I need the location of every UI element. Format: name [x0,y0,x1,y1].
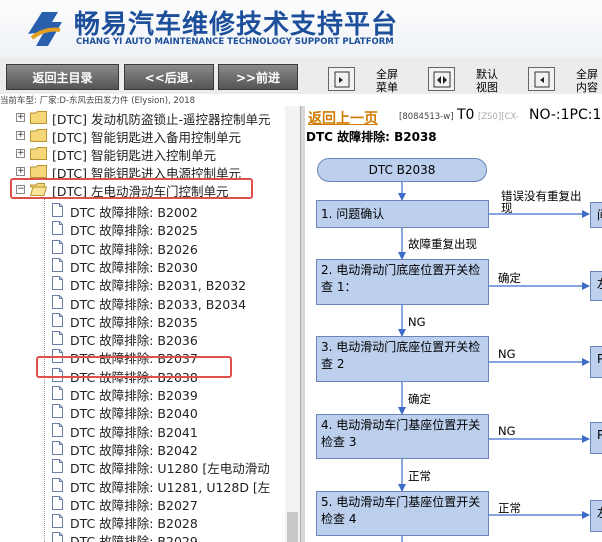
tree-doc-label: DTC 故障排除: B2036 [70,333,198,349]
toolbar: 返回主目录 <<后退. >>前进 全屏 菜单 默认 视图 全屏 内容 [0,58,602,94]
default-view-icon [433,71,451,88]
document-icon [52,331,63,346]
tree-doc-label: DTC 故障排除: B2029 [70,534,198,542]
back-button[interactable]: <<后退. [124,64,214,90]
doc-highlight-box [36,356,232,378]
flow-step-2: 2. 电动滑动门底座位置开关检查 1： [316,259,489,305]
flow-target-1: 间 [590,202,602,228]
forward-button[interactable]: >>前进 [218,64,298,90]
app-title: 畅易汽车维修技术支持平台 [74,10,399,40]
flow-label-side-5: 正常 [498,501,521,515]
document-icon [52,422,63,437]
flow-step-5: 5. 电动滑动车门基座位置开关检查 4 [316,491,489,536]
flow-label-down-2: NG [408,315,426,329]
home-button[interactable]: 返回主目录 [6,64,119,90]
flow-label-side-3: NG [498,347,516,361]
document-icon [52,440,63,455]
vehicle-info: 当前车型: 厂家:D-东风去田发力件 (Elysion), 2018 [0,96,196,106]
expand-icon[interactable]: + [16,113,25,122]
document-icon [52,404,63,419]
logo-icon [28,12,62,46]
tree-scrollbar[interactable] [285,106,300,542]
tree-doc-label: DTC 故障排除: B2028 [70,516,198,532]
expand-icon[interactable]: + [16,149,25,158]
document-icon [52,477,63,492]
document-icon [52,514,63,529]
expand-icon[interactable]: + [16,131,25,140]
app-subtitle: CHANG YI AUTO MAINTENANCE TECHNOLOGY SUP… [76,37,394,47]
tree-doc-label: DTC 故障排除: B2040 [70,406,198,422]
document-icon [52,386,63,400]
fullscreen-menu-icon [334,71,350,88]
tree-doc-label: DTC 故障排除: B2042 [70,442,198,458]
flow-step-3: 3. 电动滑动门底座位置开关检查 2 [316,336,489,382]
flow-label-down-1: 故障重复出现 [408,237,477,251]
tree-doc-label: DTC 故障排除: B2027 [70,497,198,513]
document-icon [52,312,63,327]
tree-folder-label: [DTC] 发动机防盗锁止-遥控器控制单元 [52,112,271,127]
fullscreen-content-button[interactable] [528,67,555,91]
folder-icon [30,165,47,178]
default-view-label: 默认 视图 [476,68,498,94]
content-pane: 返回上一页 [8084513-w] T0 [ZS0][CX- NO-:1PC:1… [305,106,602,542]
expand-icon[interactable]: + [16,167,25,176]
document-icon [52,294,63,309]
folder-icon [30,129,47,142]
document-icon [52,276,63,291]
document-icon [52,257,63,272]
tree-doc-label: DTC 故障排除: B2026 [70,241,198,257]
flow-target-2: 左 [590,271,602,301]
flow-target-3: P [590,346,602,378]
tree-doc-label: DTC 故障排除: U1281, U128D [左 [70,479,271,495]
flow-step-4: 4. 电动滑动车门基座位置开关检查 3 [316,414,489,459]
fullscreen-menu-label: 全屏 菜单 [376,68,398,94]
folder-icon [30,147,47,160]
document-icon [52,239,63,254]
tree-doc-label: DTC 故障排除: B2039 [70,388,198,403]
flow-target-4: P [590,422,602,454]
tree-doc-label: DTC 故障排除: B2035 [70,314,198,330]
tree-doc-label: DTC 故障排除: U1280 [左电动滑动 [70,461,270,477]
tree-doc-label: DTC 故障排除: B2025 [70,223,198,239]
document-icon [52,459,63,474]
flow-label-side-1: 错误没有重复出现 [501,189,582,215]
flow-target-5: 左 [590,500,602,532]
flow-step-1: 1. 问题确认 [316,200,489,228]
folder-icon [30,111,47,124]
tree-scrollbar-thumb[interactable] [287,512,298,542]
tree-doc-label: DTC 故障排除: B2031, B2032 [70,278,247,294]
tree-doc-label: DTC 故障排除: B2002 [70,205,198,220]
flow-start-node: DTC B2038 [317,158,487,182]
fullscreen-content-icon [534,71,550,88]
flow-label-down-3: 确定 [408,392,431,406]
app-header: 畅易汽车维修技术支持平台 CHANG YI AUTO MAINTENANCE T… [0,0,602,58]
flow-label-down-4: 正常 [408,469,431,483]
document-icon [52,495,63,510]
fullscreen-menu-button[interactable] [328,67,355,91]
document-icon [52,203,63,217]
tree-doc-label: DTC 故障排除: B2030 [70,259,198,275]
document-icon [52,221,63,236]
document-icon [52,532,63,542]
flow-label-side-4: NG [498,424,516,438]
navigation-tree: + [DTC] 发动机防盗锁止-遥控器控制单元 + [DTC] 智能钥匙进入备用控制单… [0,106,300,542]
tree-doc-label: DTC 故障排除: B2033, B2034 [70,296,247,312]
tree-doc-label: DTC 故障排除: B2041 [70,424,198,440]
folder-highlight-box [10,178,253,199]
flow-label-side-2: 确定 [498,271,521,285]
tree-folder-label: [DTC] 智能钥匙进入控制单元 [52,148,216,163]
tree-folder-label: [DTC] 智能钥匙进入备用控制单元 [52,130,241,145]
default-view-button[interactable] [428,67,455,91]
fullscreen-content-label: 全屏 内容 [576,68,598,94]
